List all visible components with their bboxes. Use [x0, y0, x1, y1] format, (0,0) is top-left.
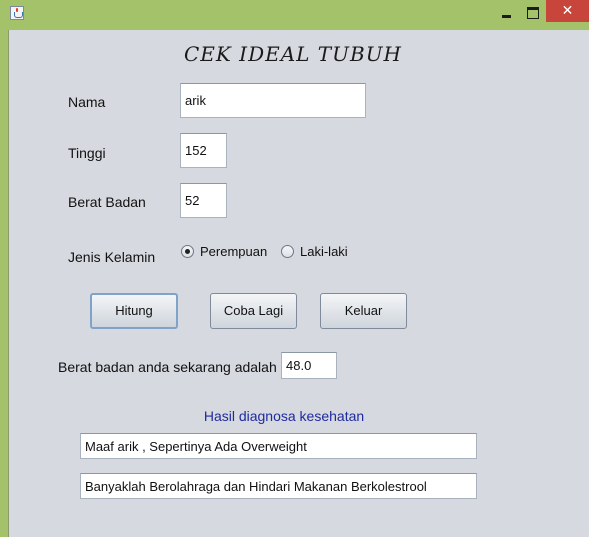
radio-perempuan[interactable]: Perempuan — [181, 244, 267, 259]
nama-field[interactable]: arik — [180, 83, 366, 118]
minimize-button[interactable] — [496, 5, 518, 23]
diagnosis-heading: Hasil diagnosa kesehatan — [203, 408, 365, 424]
main-panel: CEK IDEAL TUBUH Nama arik Tinggi 152 Ber… — [8, 30, 589, 537]
hitung-button[interactable]: Hitung — [90, 293, 178, 329]
java-cup-icon[interactable] — [10, 6, 24, 20]
coba-lagi-button[interactable]: Coba Lagi — [210, 293, 297, 329]
radio-unselected-icon[interactable] — [281, 245, 294, 258]
page-title: CEK IDEAL TUBUH — [183, 42, 402, 66]
keluar-button[interactable]: Keluar — [320, 293, 407, 329]
title-bar[interactable]: ✕ — [0, 0, 589, 30]
close-icon: ✕ — [561, 3, 574, 19]
maximize-icon — [527, 7, 539, 19]
tinggi-label: Tinggi — [68, 145, 106, 161]
radio-laki-laki-label: Laki-laki — [300, 244, 348, 259]
radio-perempuan-label: Perempuan — [200, 244, 268, 259]
nama-label: Nama — [68, 94, 106, 110]
maximize-button[interactable] — [522, 5, 544, 23]
radio-laki-laki[interactable]: Laki-laki — [281, 244, 348, 259]
berat-badan-field[interactable]: 52 — [180, 183, 227, 218]
result-label: Berat badan anda sekarang adalah — [58, 359, 277, 375]
minimize-icon — [502, 15, 511, 18]
radio-selected-icon[interactable] — [181, 245, 194, 258]
diagnosis-line1-field[interactable]: Maaf arik , Sepertinya Ada Overweight — [80, 433, 477, 459]
berat-badan-label: Berat Badan — [68, 194, 146, 210]
close-button[interactable]: ✕ — [546, 0, 589, 22]
tinggi-field[interactable]: 152 — [180, 133, 227, 168]
diagnosis-line2-field[interactable]: Banyaklah Berolahraga dan Hindari Makana… — [80, 473, 477, 499]
jenis-kelamin-label: Jenis Kelamin — [68, 249, 156, 265]
result-field[interactable]: 48.0 — [281, 352, 337, 379]
